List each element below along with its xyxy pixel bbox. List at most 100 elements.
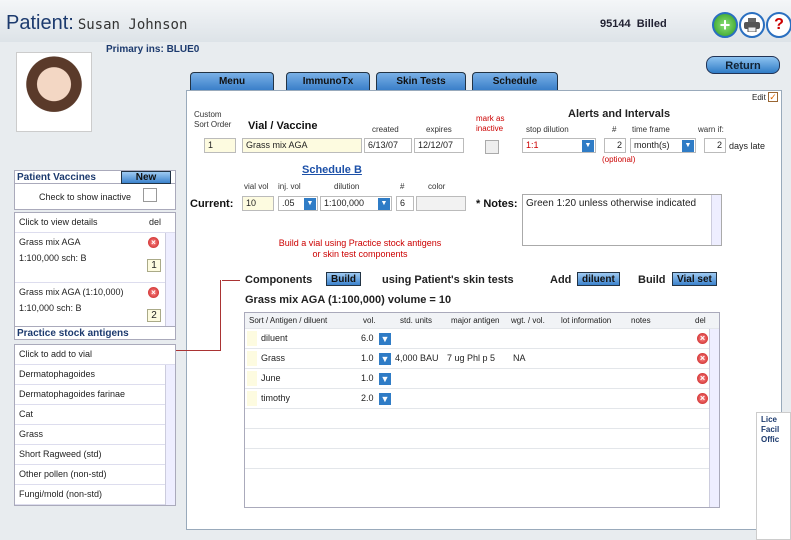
list-item[interactable]: Other pollen (non-std): [15, 465, 175, 485]
components-subtitle: Grass mix AGA (1:100,000) volume = 10: [245, 294, 452, 306]
list-item[interactable]: Dermatophagoides: [15, 365, 175, 385]
time-frame-label: time frame: [632, 125, 670, 134]
vial-set-button[interactable]: Vial set: [672, 272, 717, 286]
delete-icon[interactable]: ×: [148, 287, 159, 298]
billing-status: 95144 Billed: [600, 18, 667, 30]
components-label: Components: [245, 274, 313, 286]
add-button[interactable]: +: [712, 12, 738, 38]
tab-skin-tests[interactable]: Skin Tests: [376, 72, 466, 90]
del-label: del: [148, 217, 161, 227]
show-inactive-row: Check to show inactive: [14, 184, 176, 210]
list-item[interactable]: Fungi/mold (non-std): [15, 485, 175, 505]
list-item[interactable]: Dermatophagoides farinae: [15, 385, 175, 405]
license-card: Lice Facil Offic: [756, 412, 791, 540]
chevron-down-icon[interactable]: ▼: [379, 353, 391, 365]
notes-text: Green 1:20 unless otherwise indicated: [526, 198, 697, 209]
table-row[interactable]: Grass 1.0 ▼ 4,000 BAU 7 ug Phl p 5 NA ×: [245, 349, 719, 369]
std-units-value: 4,000 BAU: [395, 353, 439, 363]
antigen-item: Dermatophagoides: [19, 369, 96, 379]
billed-label: Billed: [636, 18, 667, 30]
sort-cell[interactable]: [247, 371, 257, 386]
dilution-select[interactable]: 1:100,000 ▼: [320, 196, 392, 211]
edit-label: Edit: [752, 93, 766, 102]
col-major-antigen: major antigen: [451, 316, 500, 325]
major-antigen-value: 7 ug Phl p 5: [447, 353, 496, 363]
number-label: #: [400, 182, 405, 191]
show-inactive-checkbox[interactable]: [143, 188, 157, 202]
new-vaccine-button[interactable]: New: [121, 171, 171, 184]
vial-vol-field[interactable]: 10: [242, 196, 274, 211]
stop-dilution-label: stop dilution: [526, 125, 569, 134]
license-text: Lice Facil Offic: [761, 415, 780, 444]
help-button[interactable]: ?: [766, 12, 791, 38]
connector-line-left: [176, 350, 220, 351]
color-field[interactable]: [416, 196, 466, 211]
edit-toggle[interactable]: Edit ✓: [752, 92, 779, 102]
notes-field[interactable]: Green 1:20 unless otherwise indicated: [522, 194, 722, 246]
chevron-down-icon[interactable]: ▼: [379, 393, 391, 405]
notes-scrollbar[interactable]: [711, 195, 721, 245]
tab-schedule[interactable]: Schedule: [472, 72, 558, 90]
build-button[interactable]: Build: [326, 272, 361, 286]
delete-icon[interactable]: ×: [697, 373, 708, 384]
chevron-down-icon[interactable]: ▼: [379, 333, 391, 345]
tab-immunotx[interactable]: ImmunoTx: [286, 72, 370, 90]
vaccines-list: Click to view details del Grass mix AGA …: [14, 212, 176, 336]
dilution-value: 1:100,000: [324, 198, 365, 208]
click-add-label: Click to add to vial: [19, 349, 93, 359]
practice-stock-title: Practice stock antigens: [17, 328, 129, 339]
created-label: created: [372, 125, 399, 134]
inj-vol-label: inj. vol: [278, 182, 301, 191]
number-field[interactable]: 6: [396, 196, 414, 211]
warn-days-field[interactable]: 2: [704, 138, 726, 153]
time-frame-select[interactable]: month(s) ▼: [630, 138, 696, 153]
chevron-down-icon: ▼: [582, 140, 594, 152]
schedule-link[interactable]: Schedule B: [302, 164, 362, 176]
delete-icon[interactable]: ×: [697, 353, 708, 364]
list-item[interactable]: Short Ragweed (std): [15, 445, 175, 465]
stop-dilution-select[interactable]: 1:1 ▼: [522, 138, 596, 153]
patient-vaccines-panel: Patient Vaccines New Check to show inact…: [14, 170, 176, 336]
antigen-item: Fungi/mold (non-std): [19, 489, 103, 499]
table-row[interactable]: timothy 2.0 ▼ ×: [245, 389, 719, 409]
add-diluent-button[interactable]: diluent: [577, 272, 620, 286]
sort-cell[interactable]: [247, 331, 257, 346]
edit-checkbox[interactable]: ✓: [768, 92, 779, 102]
plus-icon: +: [719, 14, 731, 35]
chevron-down-icon[interactable]: ▼: [379, 373, 391, 385]
return-button[interactable]: Return: [706, 56, 780, 74]
inj-vol-select[interactable]: .05 ▼: [278, 196, 318, 211]
connector-line: [222, 280, 240, 281]
mark-inactive-checkbox[interactable]: [485, 140, 499, 154]
sort-order-field[interactable]: 1: [204, 138, 236, 153]
table-row[interactable]: June 1.0 ▼ ×: [245, 369, 719, 389]
primary-insurance: Primary ins: BLUE0: [106, 44, 200, 55]
list-item[interactable]: Grass: [15, 425, 175, 445]
table-row: [245, 409, 719, 429]
sort-cell[interactable]: [247, 391, 257, 406]
add-label: Add: [550, 274, 572, 286]
col-notes: notes: [631, 316, 651, 325]
expires-label: expires: [426, 125, 452, 134]
antigen-item: Grass: [19, 429, 44, 439]
vaccine-name-field[interactable]: Grass mix AGA: [242, 138, 362, 153]
table-row[interactable]: diluent 6.0 ▼ ×: [245, 329, 719, 349]
list-header: Click to add to vial: [15, 345, 175, 365]
print-button[interactable]: [739, 12, 765, 38]
count-field[interactable]: 2: [604, 138, 626, 153]
delete-icon[interactable]: ×: [697, 333, 708, 344]
col-vol: vol.: [363, 316, 376, 325]
stock-scrollbar[interactable]: [165, 365, 175, 505]
list-item[interactable]: Cat: [15, 405, 175, 425]
vaccines-scrollbar[interactable]: [165, 233, 175, 335]
delete-icon[interactable]: ×: [148, 237, 159, 248]
chevron-down-icon: ▼: [682, 140, 694, 152]
tab-menu[interactable]: Menu: [190, 72, 274, 90]
antigen-item: Short Ragweed (std): [19, 449, 102, 459]
table-scrollbar[interactable]: [709, 329, 719, 507]
show-inactive-label: Check to show inactive: [39, 192, 132, 202]
col-sort: Sort / Antigen / diluent: [249, 316, 328, 325]
delete-icon[interactable]: ×: [697, 393, 708, 404]
sort-cell[interactable]: [247, 351, 257, 366]
list-item[interactable]: Grass mix AGA 1:100,000 sch: B × 1: [15, 233, 175, 283]
